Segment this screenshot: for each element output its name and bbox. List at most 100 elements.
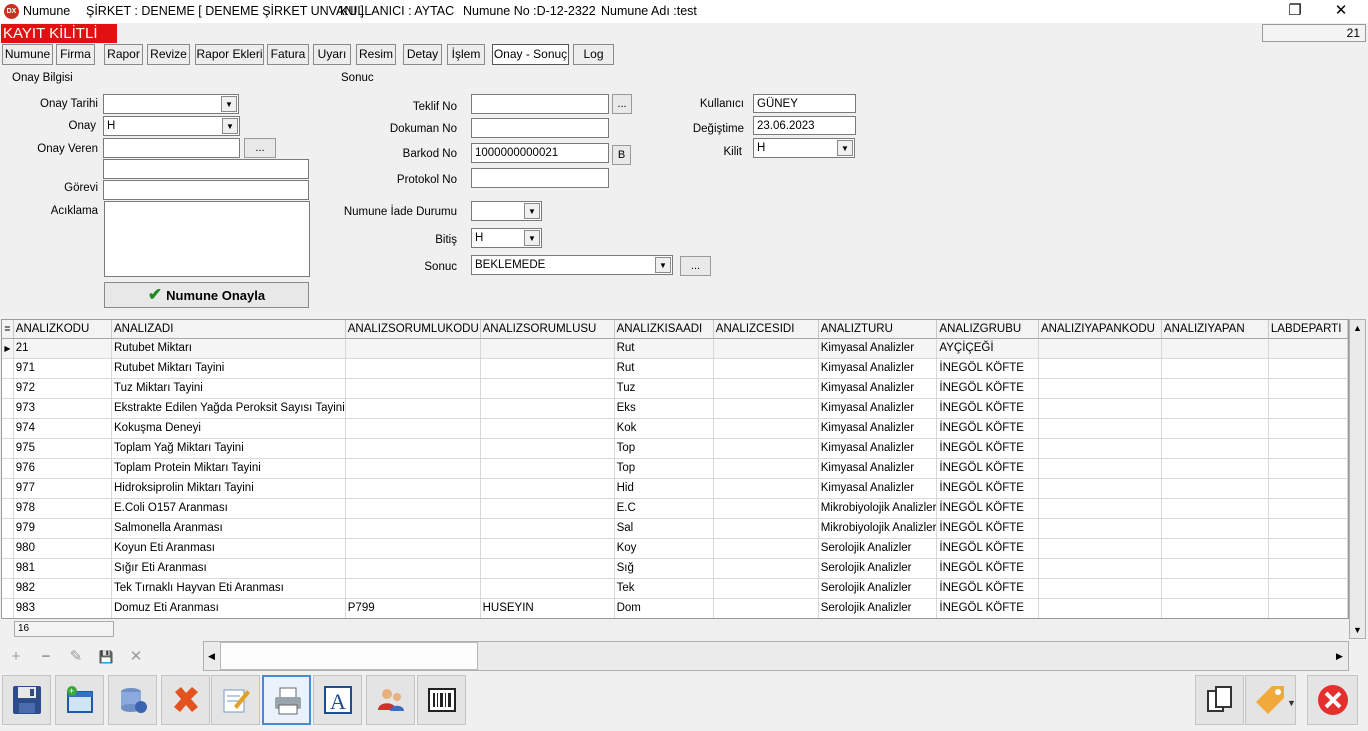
row-indicator[interactable] <box>2 378 14 399</box>
table-cell[interactable]: Kimyasal Analizler <box>818 358 938 379</box>
row-indicator[interactable] <box>2 558 14 579</box>
table-cell[interactable] <box>713 598 819 618</box>
close-form-button[interactable] <box>1307 675 1358 725</box>
table-cell[interactable] <box>345 518 481 539</box>
row-indicator[interactable] <box>2 418 14 439</box>
table-cell[interactable] <box>345 398 481 419</box>
table-cell[interactable] <box>1268 458 1348 479</box>
row-indicator[interactable] <box>2 518 14 539</box>
table-cell[interactable]: İNEGÖL KÖFTE <box>936 538 1039 559</box>
table-cell[interactable]: Dom <box>614 598 714 618</box>
chevron-down-icon[interactable]: ▼ <box>655 257 671 273</box>
delete-button[interactable] <box>161 675 210 725</box>
table-cell[interactable] <box>713 538 819 559</box>
tab-rapor[interactable]: Rapor <box>104 44 143 65</box>
column-header[interactable]: ANALIZKISAADI <box>614 320 714 339</box>
table-cell[interactable]: İNEGÖL KÖFTE <box>936 418 1039 439</box>
table-cell[interactable] <box>1038 378 1162 399</box>
scroll-up-icon[interactable]: ▲ <box>1350 320 1365 336</box>
onay-veren-name-field[interactable] <box>103 159 309 179</box>
table-cell[interactable] <box>1161 358 1269 379</box>
table-cell[interactable]: Rut <box>614 358 714 379</box>
sonuc-select[interactable]: BEKLEMEDE ▼ <box>471 255 673 275</box>
onay-veren-field[interactable] <box>103 138 240 158</box>
table-cell[interactable]: Koy <box>614 538 714 559</box>
table-cell[interactable]: Eks <box>614 398 714 419</box>
table-row[interactable]: 977 Hidroksiprolin Miktarı Tayini Hid Kimya… <box>2 478 1348 499</box>
table-cell[interactable] <box>345 358 481 379</box>
table-cell[interactable]: Toplam Protein Miktarı Tayini <box>111 458 346 479</box>
row-indicator[interactable] <box>2 478 14 499</box>
table-cell[interactable] <box>1268 498 1348 519</box>
table-cell[interactable] <box>480 538 615 559</box>
table-cell[interactable] <box>345 458 481 479</box>
onay-tarihi-field[interactable]: ▼ <box>103 94 239 114</box>
table-cell[interactable] <box>713 578 819 599</box>
table-cell[interactable] <box>1268 478 1348 499</box>
table-cell[interactable]: Toplam Yağ Miktarı Tayini <box>111 438 346 459</box>
column-header[interactable]: ANALIZSORUMLUKODU <box>345 320 481 339</box>
table-cell[interactable] <box>1161 378 1269 399</box>
onay-veren-browse-button[interactable]: ... <box>244 138 276 158</box>
tab-detay[interactable]: Detay <box>403 44 442 65</box>
users-button[interactable] <box>366 675 415 725</box>
table-cell[interactable]: Hidroksiprolin Miktarı Tayini <box>111 478 346 499</box>
grid-menu-icon[interactable]: ≣ <box>2 320 14 339</box>
table-cell[interactable]: İNEGÖL KÖFTE <box>936 598 1039 618</box>
table-cell[interactable]: Tuz Miktarı Tayini <box>111 378 346 399</box>
table-cell[interactable] <box>1268 558 1348 579</box>
tab-firma[interactable]: Firma <box>56 44 95 65</box>
table-cell[interactable]: İNEGÖL KÖFTE <box>936 578 1039 599</box>
table-cell[interactable] <box>713 518 819 539</box>
table-cell[interactable] <box>345 478 481 499</box>
table-cell[interactable]: P799 <box>345 598 481 618</box>
table-cell[interactable]: Sığ <box>614 558 714 579</box>
table-cell[interactable] <box>1161 418 1269 439</box>
table-cell[interactable] <box>1038 358 1162 379</box>
copy-button[interactable] <box>1195 675 1244 725</box>
table-cell[interactable] <box>345 418 481 439</box>
table-row[interactable]: 983 Domuz Eti Aranması P799 HUSEYIN Dom Serol… <box>2 598 1348 618</box>
table-cell[interactable] <box>713 438 819 459</box>
table-cell[interactable]: Tek Tırnaklı Hayvan Eti Aranması <box>111 578 346 599</box>
row-indicator[interactable] <box>2 498 14 519</box>
table-cell[interactable] <box>1038 398 1162 419</box>
aciklama-textarea[interactable] <box>104 201 310 277</box>
table-cell[interactable] <box>1268 438 1348 459</box>
table-cell[interactable]: Tuz <box>614 378 714 399</box>
table-cell[interactable]: 974 <box>13 418 113 439</box>
table-cell[interactable] <box>1161 578 1269 599</box>
table-cell[interactable] <box>713 398 819 419</box>
table-cell[interactable] <box>345 558 481 579</box>
table-cell[interactable]: Sal <box>614 518 714 539</box>
table-row[interactable]: 978 E.Coli O157 Aranması E.C Mikrobiyolojik… <box>2 498 1348 519</box>
tab-islem[interactable]: İşlem <box>447 44 485 65</box>
table-cell[interactable] <box>480 338 615 359</box>
column-header[interactable]: ANALIZIYAPAN <box>1161 320 1269 339</box>
table-cell[interactable]: E.Coli O157 Aranması <box>111 498 346 519</box>
table-cell[interactable] <box>713 458 819 479</box>
kilit-select[interactable]: H ▼ <box>753 138 855 158</box>
degistime-field[interactable]: 23.06.2023 <box>753 116 856 135</box>
tag-button[interactable]: ▼ <box>1245 675 1296 725</box>
barkod-button[interactable]: B <box>612 145 631 165</box>
tab-fatura[interactable]: Fatura <box>267 44 309 65</box>
table-cell[interactable] <box>1038 598 1162 618</box>
table-cell[interactable]: Rut <box>614 338 714 359</box>
table-cell[interactable] <box>713 478 819 499</box>
column-header[interactable]: ANALIZSORUMLUSU <box>480 320 615 339</box>
table-cell[interactable]: Kok <box>614 418 714 439</box>
table-cell[interactable]: Kimyasal Analizler <box>818 438 938 459</box>
table-cell[interactable]: HUSEYIN <box>480 598 615 618</box>
chevron-down-icon[interactable]: ▼ <box>221 96 237 112</box>
chevron-down-icon[interactable]: ▼ <box>524 203 540 219</box>
table-cell[interactable]: Ekstrakte Edilen Yağda Peroksit Sayısı T… <box>111 398 346 419</box>
table-cell[interactable]: Kimyasal Analizler <box>818 458 938 479</box>
table-cell[interactable]: Top <box>614 458 714 479</box>
table-row[interactable]: 981 Sığır Eti Aranması Sığ Serolojik Analiz… <box>2 558 1348 579</box>
table-cell[interactable]: Mikrobiyolojik Analizler <box>818 518 938 539</box>
table-cell[interactable]: Serolojik Analizler <box>818 598 938 618</box>
grid-vertical-scrollbar[interactable]: ▲ ▼ <box>1349 319 1366 639</box>
table-cell[interactable]: 982 <box>13 578 113 599</box>
kullanici-field[interactable]: GÜNEY <box>753 94 856 113</box>
